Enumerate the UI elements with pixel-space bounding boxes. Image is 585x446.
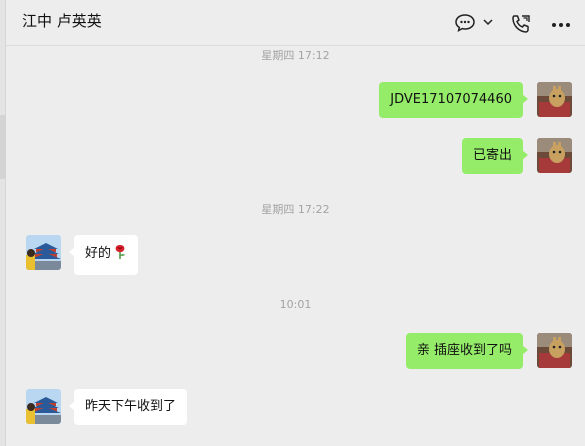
timestamp: 10:01 (279, 298, 312, 311)
message-bubble-incoming[interactable]: 昨天下午收到了 (68, 389, 188, 425)
more-dots-icon[interactable] (551, 22, 571, 28)
chat-bubble-icon[interactable] (454, 13, 476, 33)
rose-emoji-icon (113, 244, 127, 266)
chat-window: 江中 卢英英 星期四 17:12 JDVE17107074460 已寄出 星期四… (0, 0, 585, 446)
sidebar-edge (0, 0, 6, 446)
timestamp: 星期四 17:22 (261, 203, 330, 216)
message-row-outgoing: 亲 插座收到了吗 (6, 333, 585, 373)
message-row-outgoing: JDVE17107074460 (6, 82, 585, 122)
contact-name[interactable]: 江中 卢英英 (22, 10, 102, 31)
phone-call-icon[interactable] (510, 13, 532, 35)
chat-header: 江中 卢英英 (6, 0, 585, 46)
avatar-self[interactable] (537, 333, 572, 368)
message-bubble-outgoing[interactable]: JDVE17107074460 (379, 82, 528, 118)
message-bubble-outgoing[interactable]: 亲 插座收到了吗 (405, 333, 529, 369)
avatar-contact[interactable] (26, 389, 61, 424)
message-text: 好的 (85, 246, 112, 261)
message-row-incoming: 好的 (6, 235, 585, 275)
avatar-contact[interactable] (26, 235, 61, 270)
avatar-self[interactable] (537, 138, 572, 173)
message-row-incoming: 昨天下午收到了 (6, 389, 585, 429)
message-bubble-outgoing[interactable]: 已寄出 (461, 138, 529, 174)
chevron-down-icon[interactable] (483, 18, 493, 26)
avatar-self[interactable] (537, 82, 572, 117)
timestamp: 星期四 17:12 (261, 49, 330, 62)
message-bubble-incoming[interactable]: 好的 (68, 235, 139, 275)
message-row-outgoing: 已寄出 (6, 138, 585, 178)
